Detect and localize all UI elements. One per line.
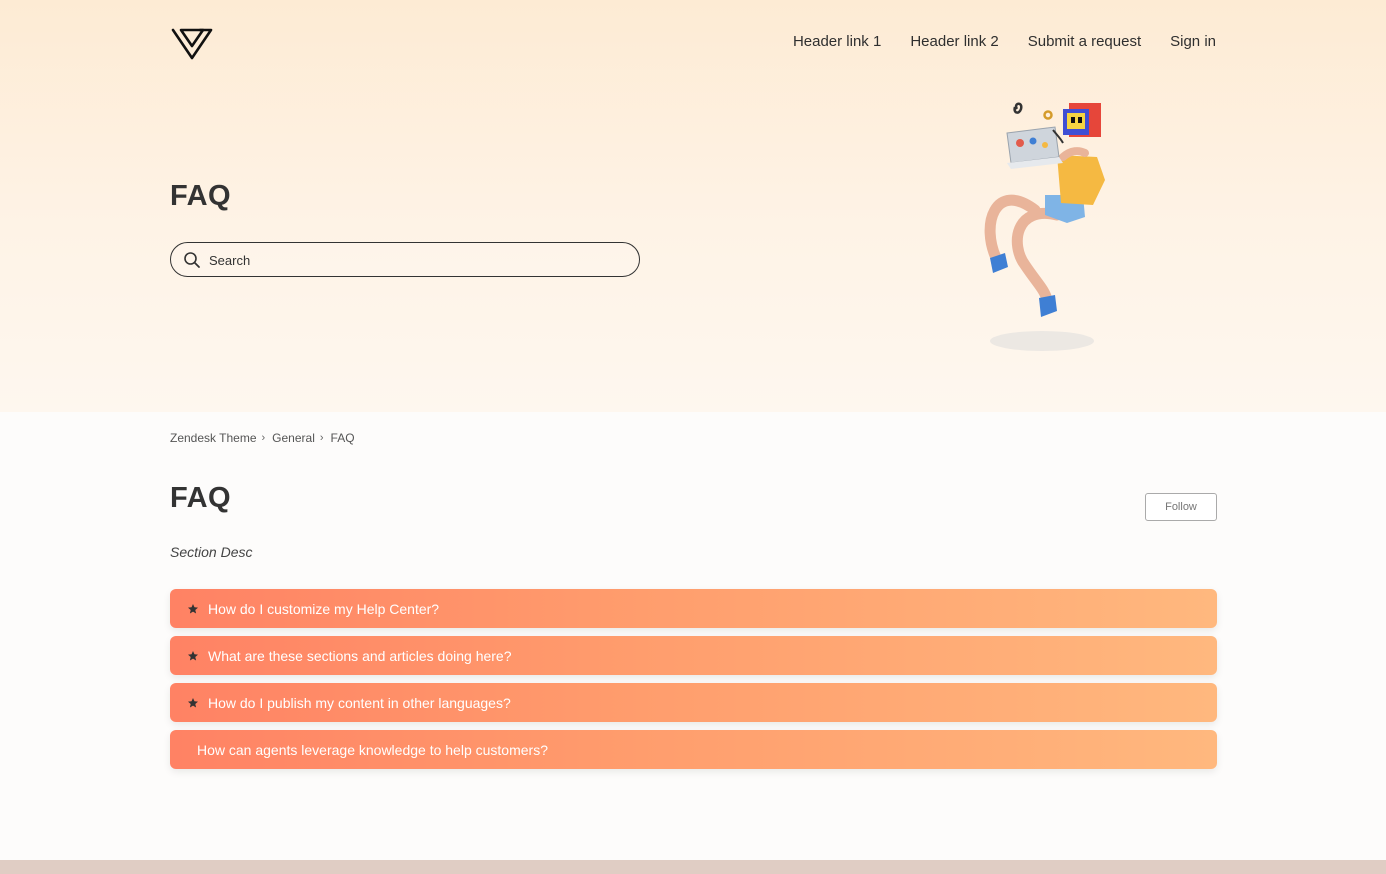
nav-submit-request[interactable]: Submit a request [1028,33,1141,50]
footer-bar [0,860,1386,874]
article-list: How do I customize my Help Center? What … [170,589,1217,777]
logo-icon[interactable] [170,24,216,64]
breadcrumb-chevron-icon: › [261,432,266,444]
breadcrumb-chevron-icon: › [319,432,324,444]
nav-sign-in[interactable]: Sign in [1170,33,1216,50]
article-item[interactable]: How can agents leverage knowledge to hel… [170,730,1217,769]
article-item[interactable]: How do I customize my Help Center? [170,589,1217,628]
hero-banner: Header link 1 Header link 2 Submit a req… [0,0,1386,412]
breadcrumb-item-section[interactable]: FAQ [331,431,355,445]
search-box[interactable] [170,242,640,278]
article-item[interactable]: What are these sections and articles doi… [170,636,1217,675]
header-nav: Header link 1 Header link 2 Submit a req… [793,33,1216,50]
nav-header-link-2[interactable]: Header link 2 [910,33,998,50]
star-icon [188,697,198,707]
search-icon [184,252,200,268]
article-item[interactable]: How do I publish my content in other lan… [170,683,1217,722]
article-title[interactable]: How do I customize my Help Center? [208,601,439,617]
hero-title: FAQ [170,180,232,212]
breadcrumb-item-category[interactable]: General [272,431,315,445]
breadcrumb-item-home[interactable]: Zendesk Theme [170,431,257,445]
star-icon [188,603,198,613]
search-input[interactable] [207,243,631,278]
section-title: FAQ [170,482,232,514]
article-title[interactable]: What are these sections and articles doi… [208,648,512,664]
star-icon [188,650,198,660]
nav-header-link-1[interactable]: Header link 1 [793,33,881,50]
follow-button[interactable]: Follow [1145,493,1217,521]
breadcrumb: Zendesk Theme › General › FAQ [170,431,355,445]
article-title[interactable]: How do I publish my content in other lan… [208,695,511,711]
person-with-laptop-illustration [984,102,1105,351]
section-description: Section Desc [170,544,253,560]
article-title[interactable]: How can agents leverage knowledge to hel… [197,742,548,758]
